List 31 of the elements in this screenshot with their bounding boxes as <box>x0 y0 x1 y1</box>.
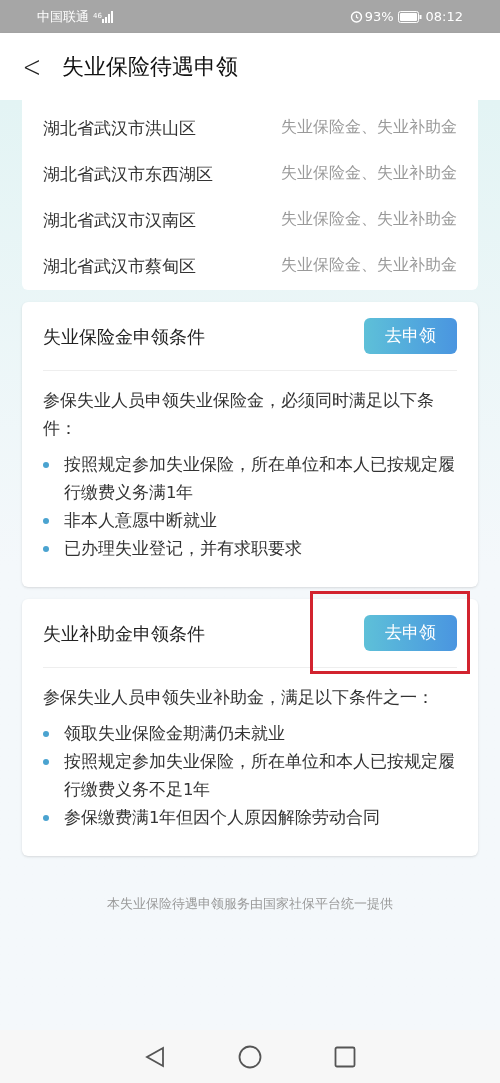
condition-text: 按照规定参加失业保险，所在单位和本人已按规定履行缴费义务不足1年 <box>64 751 456 801</box>
page-title: 失业保险待遇申领 <box>62 53 238 81</box>
home-nav-icon[interactable] <box>238 1044 262 1069</box>
recents-nav-icon[interactable] <box>334 1045 356 1068</box>
benefit-types: 失业保险金、失业补助金 <box>281 116 457 138</box>
apply-button[interactable]: 去申领 <box>364 318 457 354</box>
battery-percent: 93% <box>364 7 394 26</box>
condition-text: 非本人意愿中断就业 <box>64 510 217 532</box>
benefit-types: 失业保险金、失业补助金 <box>281 254 457 276</box>
condition-text: 按照规定参加失业保险，所在单位和本人已按规定履行缴费义务满1年 <box>64 454 456 504</box>
condition-text: 领取失业保险金期满仍未就业 <box>64 723 285 745</box>
region-name: 湖北省武汉市洪山区 <box>43 117 197 140</box>
intro-text: 参保失业人员申领失业补助金，满足以下条件之一： <box>43 687 435 709</box>
region-name: 湖北省武汉市汉南区 <box>43 209 197 232</box>
benefit-types: 失业保险金、失业补助金 <box>281 208 457 230</box>
clock-time: 08:12 <box>425 7 463 26</box>
back-nav-icon[interactable] <box>144 1045 166 1068</box>
card-title: 失业保险金申领条件 <box>43 324 205 349</box>
signal-icon <box>102 10 114 23</box>
back-button[interactable]: < <box>22 51 38 82</box>
region-name: 湖北省武汉市蔡甸区 <box>43 255 197 278</box>
card-title: 失业补助金申领条件 <box>43 621 205 646</box>
carrier-name: 中国联通 <box>37 7 89 26</box>
condition-text: 已办理失业登记，并有求职要求 <box>64 538 302 560</box>
intro-text: 参保失业人员申领失业保险金，必须同时满足以下条件： <box>43 390 435 440</box>
benefit-types: 失业保险金、失业补助金 <box>281 162 457 184</box>
condition-text: 参保缴费满1年但因个人原因解除劳动合同 <box>64 807 381 829</box>
region-name: 湖北省武汉市东西湖区 <box>43 163 213 186</box>
apply-button[interactable]: 去申领 <box>364 615 457 651</box>
battery-icon <box>397 10 422 23</box>
alarm-icon <box>349 10 363 23</box>
